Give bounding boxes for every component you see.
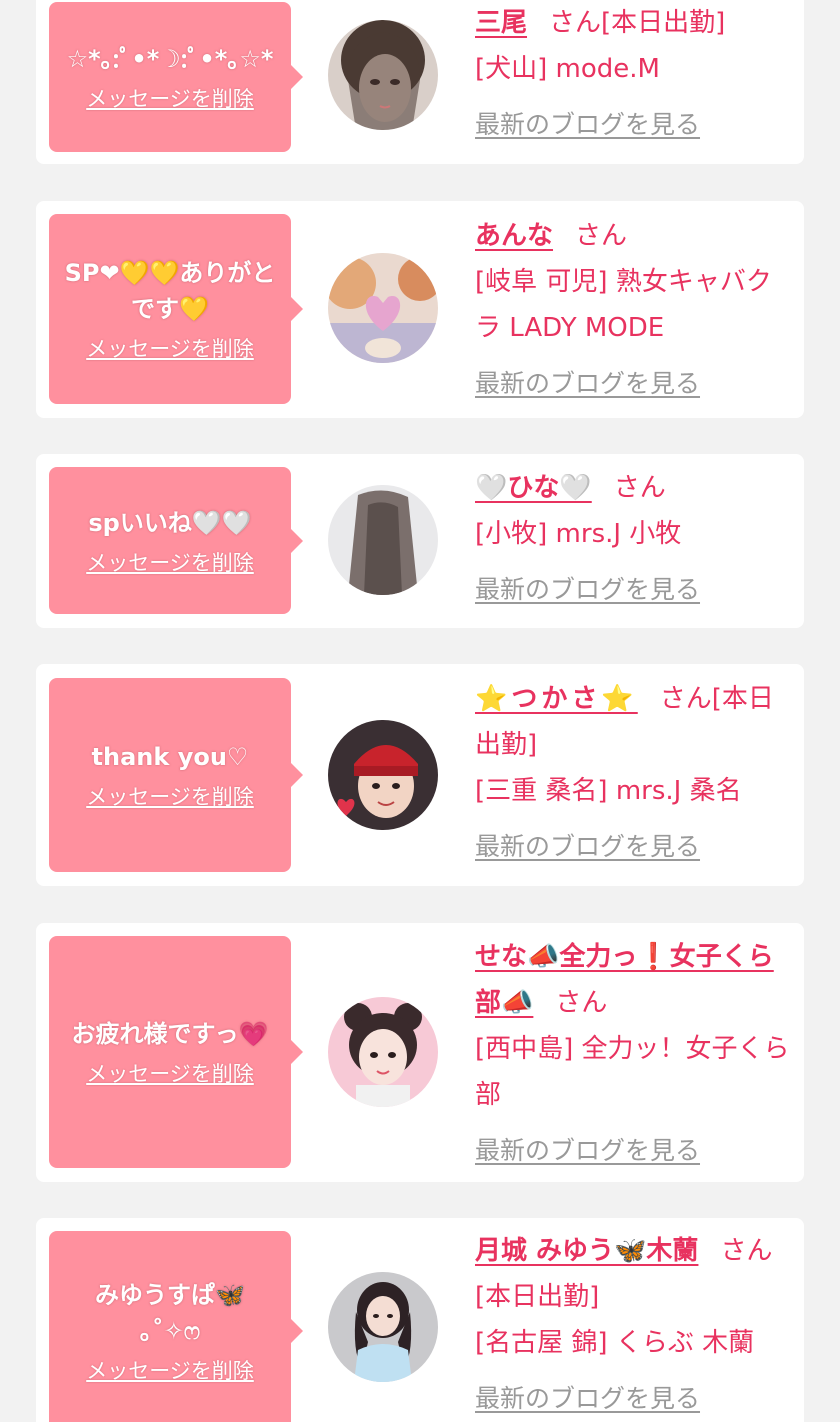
cast-info: 三尾 さん[本日出勤] [犬山] mode.M 最新のブログを見る bbox=[475, 0, 795, 148]
message-card: SP❤💛💛ありがとです💛 メッセージを削除 あんな さん [岐阜 可児] 熟女キャ… bbox=[36, 201, 804, 418]
message-card: thank you♡ メッセージを削除 ⭐つかさ⭐ さん[本日出勤] [三重 桑名… bbox=[36, 664, 804, 886]
profile-photo-icon bbox=[328, 253, 438, 363]
avatar[interactable] bbox=[328, 997, 438, 1107]
avatar[interactable] bbox=[328, 253, 438, 363]
honorific: さん[本日出勤] bbox=[549, 8, 726, 38]
cast-info: ⭐つかさ⭐ さん[本日出勤] [三重 桑名] mrs.J 桑名 最新のブログを見る bbox=[475, 676, 797, 870]
latest-blog-link[interactable]: 最新のブログを見る bbox=[475, 1128, 700, 1174]
shop-name: [犬山] mode.M bbox=[475, 54, 660, 84]
cast-name-link[interactable]: ⭐つかさ⭐ bbox=[475, 684, 638, 714]
profile-photo-icon bbox=[328, 720, 438, 830]
cast-name-link[interactable]: 月城 みゆう🦋木蘭 bbox=[475, 1236, 698, 1266]
latest-blog-link[interactable]: 最新のブログを見る bbox=[475, 1376, 700, 1422]
message-card: お疲れ様ですっ💗 メッセージを削除 せな📣全力っ❗女子くら部📣 さん [西中島] … bbox=[36, 923, 804, 1182]
shop-name: [三重 桑名] mrs.J 桑名 bbox=[475, 776, 742, 806]
avatar[interactable] bbox=[328, 1272, 438, 1382]
profile-photo-icon bbox=[328, 1272, 438, 1382]
message-text: ☆*｡:ﾟ•*☽:ﾟ•*｡☆* bbox=[66, 45, 274, 73]
message-text: みゆうすぱ🦋 ｡˚✧ෆ bbox=[95, 1281, 245, 1345]
cast-name-link[interactable]: せな📣全力っ❗女子くら部📣 bbox=[475, 942, 774, 1018]
profile-photo-icon bbox=[328, 20, 438, 130]
shop-name: [小牧] mrs.J 小牧 bbox=[475, 519, 682, 549]
honorific: さん bbox=[575, 221, 628, 251]
shop-name: [岐阜 可児] 熟女キャバクラ LADY MODE bbox=[475, 267, 772, 343]
profile-photo-icon bbox=[328, 997, 438, 1107]
delete-message-link[interactable]: メッセージを削除 bbox=[86, 781, 254, 811]
message-card: みゆうすぱ🦋 ｡˚✧ෆ メッセージを削除 月城 みゆう🦋木蘭 さん[本日出勤] [… bbox=[36, 1218, 804, 1422]
latest-blog-link[interactable]: 最新のブログを見る bbox=[475, 824, 700, 870]
cast-info: 月城 みゆう🦋木蘭 さん[本日出勤] [名古屋 錦] くらぶ 木蘭 最新のブログを… bbox=[475, 1228, 791, 1422]
delete-message-link[interactable]: メッセージを削除 bbox=[86, 1058, 254, 1088]
message-bubble: thank you♡ メッセージを削除 bbox=[49, 678, 303, 872]
cast-info: あんな さん [岐阜 可児] 熟女キャバクラ LADY MODE 最新のブログを見… bbox=[475, 213, 795, 407]
shop-name: [名古屋 錦] くらぶ 木蘭 bbox=[475, 1328, 755, 1358]
cast-name-link[interactable]: 🤍ひな🤍 bbox=[475, 473, 592, 503]
avatar[interactable] bbox=[328, 485, 438, 595]
latest-blog-link[interactable]: 最新のブログを見る bbox=[475, 361, 700, 407]
delete-message-link[interactable]: メッセージを削除 bbox=[86, 547, 254, 577]
latest-blog-link[interactable]: 最新のブログを見る bbox=[475, 102, 700, 148]
message-card: ☆*｡:ﾟ•*☽:ﾟ•*｡☆* メッセージを削除 三尾 さん[本日出勤] [犬山]… bbox=[36, 0, 804, 164]
cast-info: 🤍ひな🤍 さん [小牧] mrs.J 小牧 最新のブログを見る bbox=[475, 465, 795, 613]
message-text: お疲れ様ですっ💗 bbox=[71, 1020, 269, 1048]
message-bubble: spいいね🤍🤍 メッセージを削除 bbox=[49, 467, 303, 614]
message-text: spいいね🤍🤍 bbox=[88, 508, 252, 537]
delete-message-link[interactable]: メッセージを削除 bbox=[86, 1355, 254, 1385]
message-card: spいいね🤍🤍 メッセージを削除 🤍ひな🤍 さん [小牧] mrs.J 小牧 最新… bbox=[36, 454, 804, 628]
message-bubble: お疲れ様ですっ💗 メッセージを削除 bbox=[49, 936, 303, 1168]
honorific: さん bbox=[555, 988, 608, 1018]
profile-photo-icon bbox=[328, 485, 438, 595]
message-bubble: SP❤💛💛ありがとです💛 メッセージを削除 bbox=[49, 214, 303, 404]
message-text: SP❤💛💛ありがとです💛 bbox=[64, 259, 276, 323]
cast-name-link[interactable]: 三尾 bbox=[475, 8, 527, 38]
latest-blog-link[interactable]: 最新のブログを見る bbox=[475, 567, 700, 613]
cast-name-link[interactable]: あんな bbox=[475, 221, 553, 251]
message-text: thank you♡ bbox=[91, 743, 249, 771]
delete-message-link[interactable]: メッセージを削除 bbox=[86, 333, 254, 363]
honorific: さん bbox=[613, 473, 666, 503]
message-bubble: みゆうすぱ🦋 ｡˚✧ෆ メッセージを削除 bbox=[49, 1231, 303, 1422]
cast-info: せな📣全力っ❗女子くら部📣 さん [西中島] 全力ッ！女子くら部 最新のブログを見… bbox=[475, 934, 791, 1174]
avatar[interactable] bbox=[328, 720, 438, 830]
message-bubble: ☆*｡:ﾟ•*☽:ﾟ•*｡☆* メッセージを削除 bbox=[49, 2, 303, 152]
shop-name: [西中島] 全力ッ！女子くら部 bbox=[475, 1034, 790, 1110]
avatar[interactable] bbox=[328, 20, 438, 130]
delete-message-link[interactable]: メッセージを削除 bbox=[86, 83, 254, 113]
